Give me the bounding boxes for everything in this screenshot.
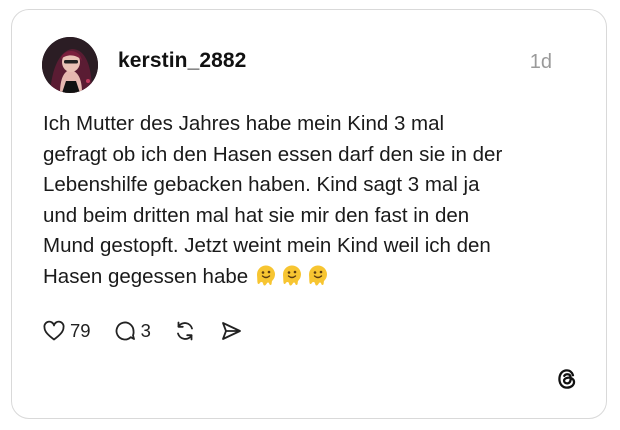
heart-icon [43,320,65,341]
threads-logo-icon[interactable] [554,366,580,392]
post-text-line: gefragt ob ich den Hasen essen darf den … [43,142,503,166]
melting-face-icon [283,264,302,285]
repost-button[interactable] [173,319,197,343]
melting-face-icon [309,264,328,285]
username[interactable]: kerstin_2882 [118,49,246,73]
melting-face-icon [257,264,276,285]
post-text-line: Mund gestopft. Jetzt weint mein Kind wei… [43,234,491,257]
avatar-image [42,37,98,93]
post-text: Ich Mutter des Jahres habe mein Kind 3 m… [43,109,563,296]
post-text-line: Lebenshilfe gebacken haben. Kind sagt 3 … [43,173,480,196]
post-text-line: Ich Mutter des Jahres habe mein Kind 3 m… [43,112,445,135]
post-time: 1d [529,51,552,73]
comment-icon [115,321,135,341]
like-button[interactable]: 79 [42,319,91,343]
like-count: 79 [70,320,91,341]
avatar[interactable] [42,37,98,93]
post-text-line: Hasen gegessen habe [43,264,249,288]
share-button[interactable] [219,319,243,343]
post-card[interactable]: kerstin_2882 1d Ich Mutter des Jahres ha… [11,9,607,419]
emoji-row [254,263,332,297]
send-icon [221,322,241,340]
repost-icon [176,321,193,341]
post-text-line: und beim dritten mal hat sie mir den fas… [43,203,470,227]
reply-count: 3 [140,320,151,341]
post-text-line-last: Hasen gegessen habe [43,262,563,297]
action-bar: 79 3 [42,317,265,345]
reply-button[interactable]: 3 [113,319,151,343]
